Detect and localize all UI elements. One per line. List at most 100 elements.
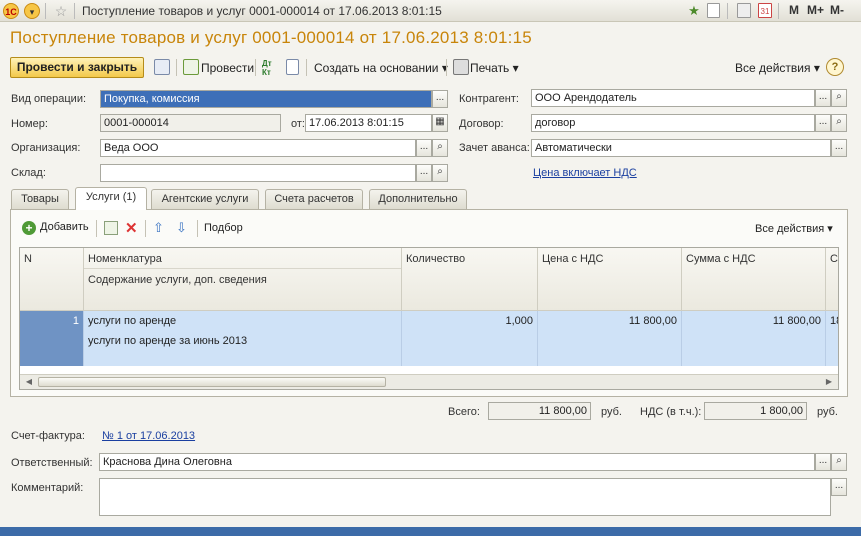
scroll-left-icon[interactable]: ◀ [22, 376, 36, 388]
table-all-actions-label: Все действия [755, 223, 825, 235]
column-header-n[interactable]: N [20, 248, 84, 311]
delete-icon[interactable]: ✕ [125, 219, 138, 237]
toolbar-separator [255, 59, 256, 76]
toolbar-separator [96, 220, 97, 237]
add-button[interactable]: Добавить [40, 221, 89, 233]
page-title: Поступление товаров и услуг 0001-000014 … [10, 28, 532, 47]
titlebar-separator [778, 3, 779, 19]
calendar-icon[interactable]: ▦ [432, 114, 448, 132]
tab-settlement-accounts[interactable]: Счета расчетов [265, 189, 363, 209]
warehouse-choose-button[interactable]: ... [416, 164, 432, 182]
organization-choose-button[interactable]: ... [416, 139, 432, 157]
advance-choose-button[interactable]: ... [831, 139, 847, 157]
vat-label: НДС (в т.ч.): [640, 406, 702, 418]
chevron-down-icon: ▾ [813, 61, 820, 75]
vat-value: 1 800,00 [704, 402, 807, 420]
toolbar-separator [306, 59, 307, 76]
warehouse-search-icon[interactable]: ⌕ [432, 164, 448, 182]
selection-button[interactable]: Подбор [204, 222, 243, 234]
post-icon[interactable] [183, 59, 199, 75]
print-button[interactable]: Печать ▾ [470, 59, 519, 77]
bookmark-icon[interactable]: ★ [686, 3, 702, 19]
chevron-down-icon: ▾ [512, 61, 519, 75]
add-icon[interactable]: + [22, 221, 36, 235]
advance-label: Зачет аванса: [459, 142, 530, 154]
comment-field[interactable] [99, 478, 831, 516]
contract-field[interactable]: договор [531, 114, 815, 132]
responsible-field[interactable]: Краснова Дина Олеговна [99, 453, 815, 471]
operation-choose-button[interactable]: ... [432, 90, 448, 108]
organization-field[interactable]: Веда ООО [100, 139, 416, 157]
contract-choose-button[interactable]: ... [815, 114, 831, 132]
document-icon[interactable] [707, 3, 720, 18]
contractor-label: Контрагент: [459, 93, 519, 105]
column-header-sum[interactable]: Сумма с НДС [682, 248, 826, 311]
toolbar-separator [176, 59, 177, 76]
help-button[interactable]: ? [826, 58, 844, 76]
toolbar-separator [145, 220, 146, 237]
printer-icon[interactable] [453, 59, 469, 75]
responsible-search-icon[interactable]: ⌕ [831, 453, 847, 471]
column-header-quantity[interactable]: Количество [402, 248, 538, 311]
row-sum-cell[interactable]: 11 800,00 [682, 311, 826, 366]
column-header-next[interactable]: С [826, 248, 838, 311]
titlebar-separator [727, 3, 728, 19]
report-icon[interactable] [286, 59, 299, 75]
row-nomenclature-value: услуги по аренде [88, 315, 177, 327]
move-up-icon[interactable]: ⇧ [153, 220, 164, 236]
warehouse-field[interactable] [100, 164, 416, 182]
dt-kt-button[interactable]: Дт Кт [262, 59, 280, 77]
contractor-choose-button[interactable]: ... [815, 89, 831, 107]
toolbar-separator [197, 220, 198, 237]
memory-subtract-button[interactable]: M- [830, 3, 844, 17]
operation-field[interactable]: Покупка, комиссия [100, 90, 432, 108]
price-includes-vat-link[interactable]: Цена включает НДС [533, 167, 637, 179]
calendar-icon[interactable]: 31 [758, 3, 772, 18]
menu-dropdown-icon[interactable]: ▾ [24, 3, 40, 19]
tab-additional[interactable]: Дополнительно [369, 189, 467, 209]
invoice-link[interactable]: № 1 от 17.06.2013 [102, 430, 195, 442]
organization-search-icon[interactable]: ⌕ [432, 139, 448, 157]
advance-field[interactable]: Автоматически [531, 139, 831, 157]
scrollbar-thumb[interactable] [38, 377, 386, 387]
app-logo-icon[interactable]: 1С [3, 3, 19, 19]
contractor-search-icon[interactable]: ⌕ [831, 89, 847, 107]
table-all-actions-button[interactable]: Все действия ▾ [755, 222, 833, 235]
favorite-star-icon[interactable]: ☆ [53, 3, 69, 19]
save-icon[interactable] [154, 59, 170, 75]
column-header-nomenclature[interactable]: Номенклатура Содержание услуги, доп. све… [84, 248, 402, 311]
tab-agent-services[interactable]: Агентские услуги [151, 189, 259, 209]
copy-row-icon[interactable] [104, 221, 118, 235]
memory-button[interactable]: M [789, 3, 799, 17]
comment-edit-button[interactable]: ... [831, 478, 847, 496]
row-nomenclature-cell[interactable]: услуги по аренде услуги по аренде за июн… [84, 311, 402, 366]
contractor-field[interactable]: ООО Арендодатель [531, 89, 815, 107]
move-down-icon[interactable]: ⇩ [176, 220, 187, 236]
tab-goods[interactable]: Товары [11, 189, 69, 209]
organization-label: Организация: [11, 142, 81, 154]
row-price-cell[interactable]: 11 800,00 [538, 311, 682, 366]
row-quantity-cell[interactable]: 1,000 [402, 311, 538, 366]
all-actions-button[interactable]: Все действия ▾ [735, 59, 820, 77]
print-label: Печать [470, 61, 510, 75]
contract-search-icon[interactable]: ⌕ [831, 114, 847, 132]
column-header-price[interactable]: Цена с НДС [538, 248, 682, 311]
tab-services[interactable]: Услуги (1) [75, 187, 147, 210]
services-table: N Номенклатура Содержание услуги, доп. с… [19, 247, 839, 390]
chevron-down-icon: ▾ [827, 223, 833, 235]
column-header-content[interactable]: Содержание услуги, доп. сведения [84, 268, 401, 291]
memory-add-button[interactable]: M+ [807, 3, 824, 17]
create-based-on-button[interactable]: Создать на основании ▾ [314, 59, 448, 77]
responsible-choose-button[interactable]: ... [815, 453, 831, 471]
scroll-right-icon[interactable]: ▶ [822, 376, 836, 388]
number-field[interactable]: 0001-000014 [100, 114, 281, 132]
row-content-cell[interactable]: услуги по аренде за июнь 2013 [84, 331, 401, 351]
horizontal-scrollbar[interactable]: ◀ ▶ [20, 374, 838, 389]
post-and-close-button[interactable]: Провести и закрыть [10, 57, 144, 78]
row-next-cell[interactable]: 18 [826, 311, 838, 366]
date-field[interactable]: 17.06.2013 8:01:15 [305, 114, 432, 132]
post-button[interactable]: Провести [201, 59, 254, 77]
invoice-label: Счет-фактура: [11, 430, 85, 442]
calculator-icon[interactable] [737, 3, 751, 18]
row-number-cell[interactable]: 1 [20, 311, 84, 366]
